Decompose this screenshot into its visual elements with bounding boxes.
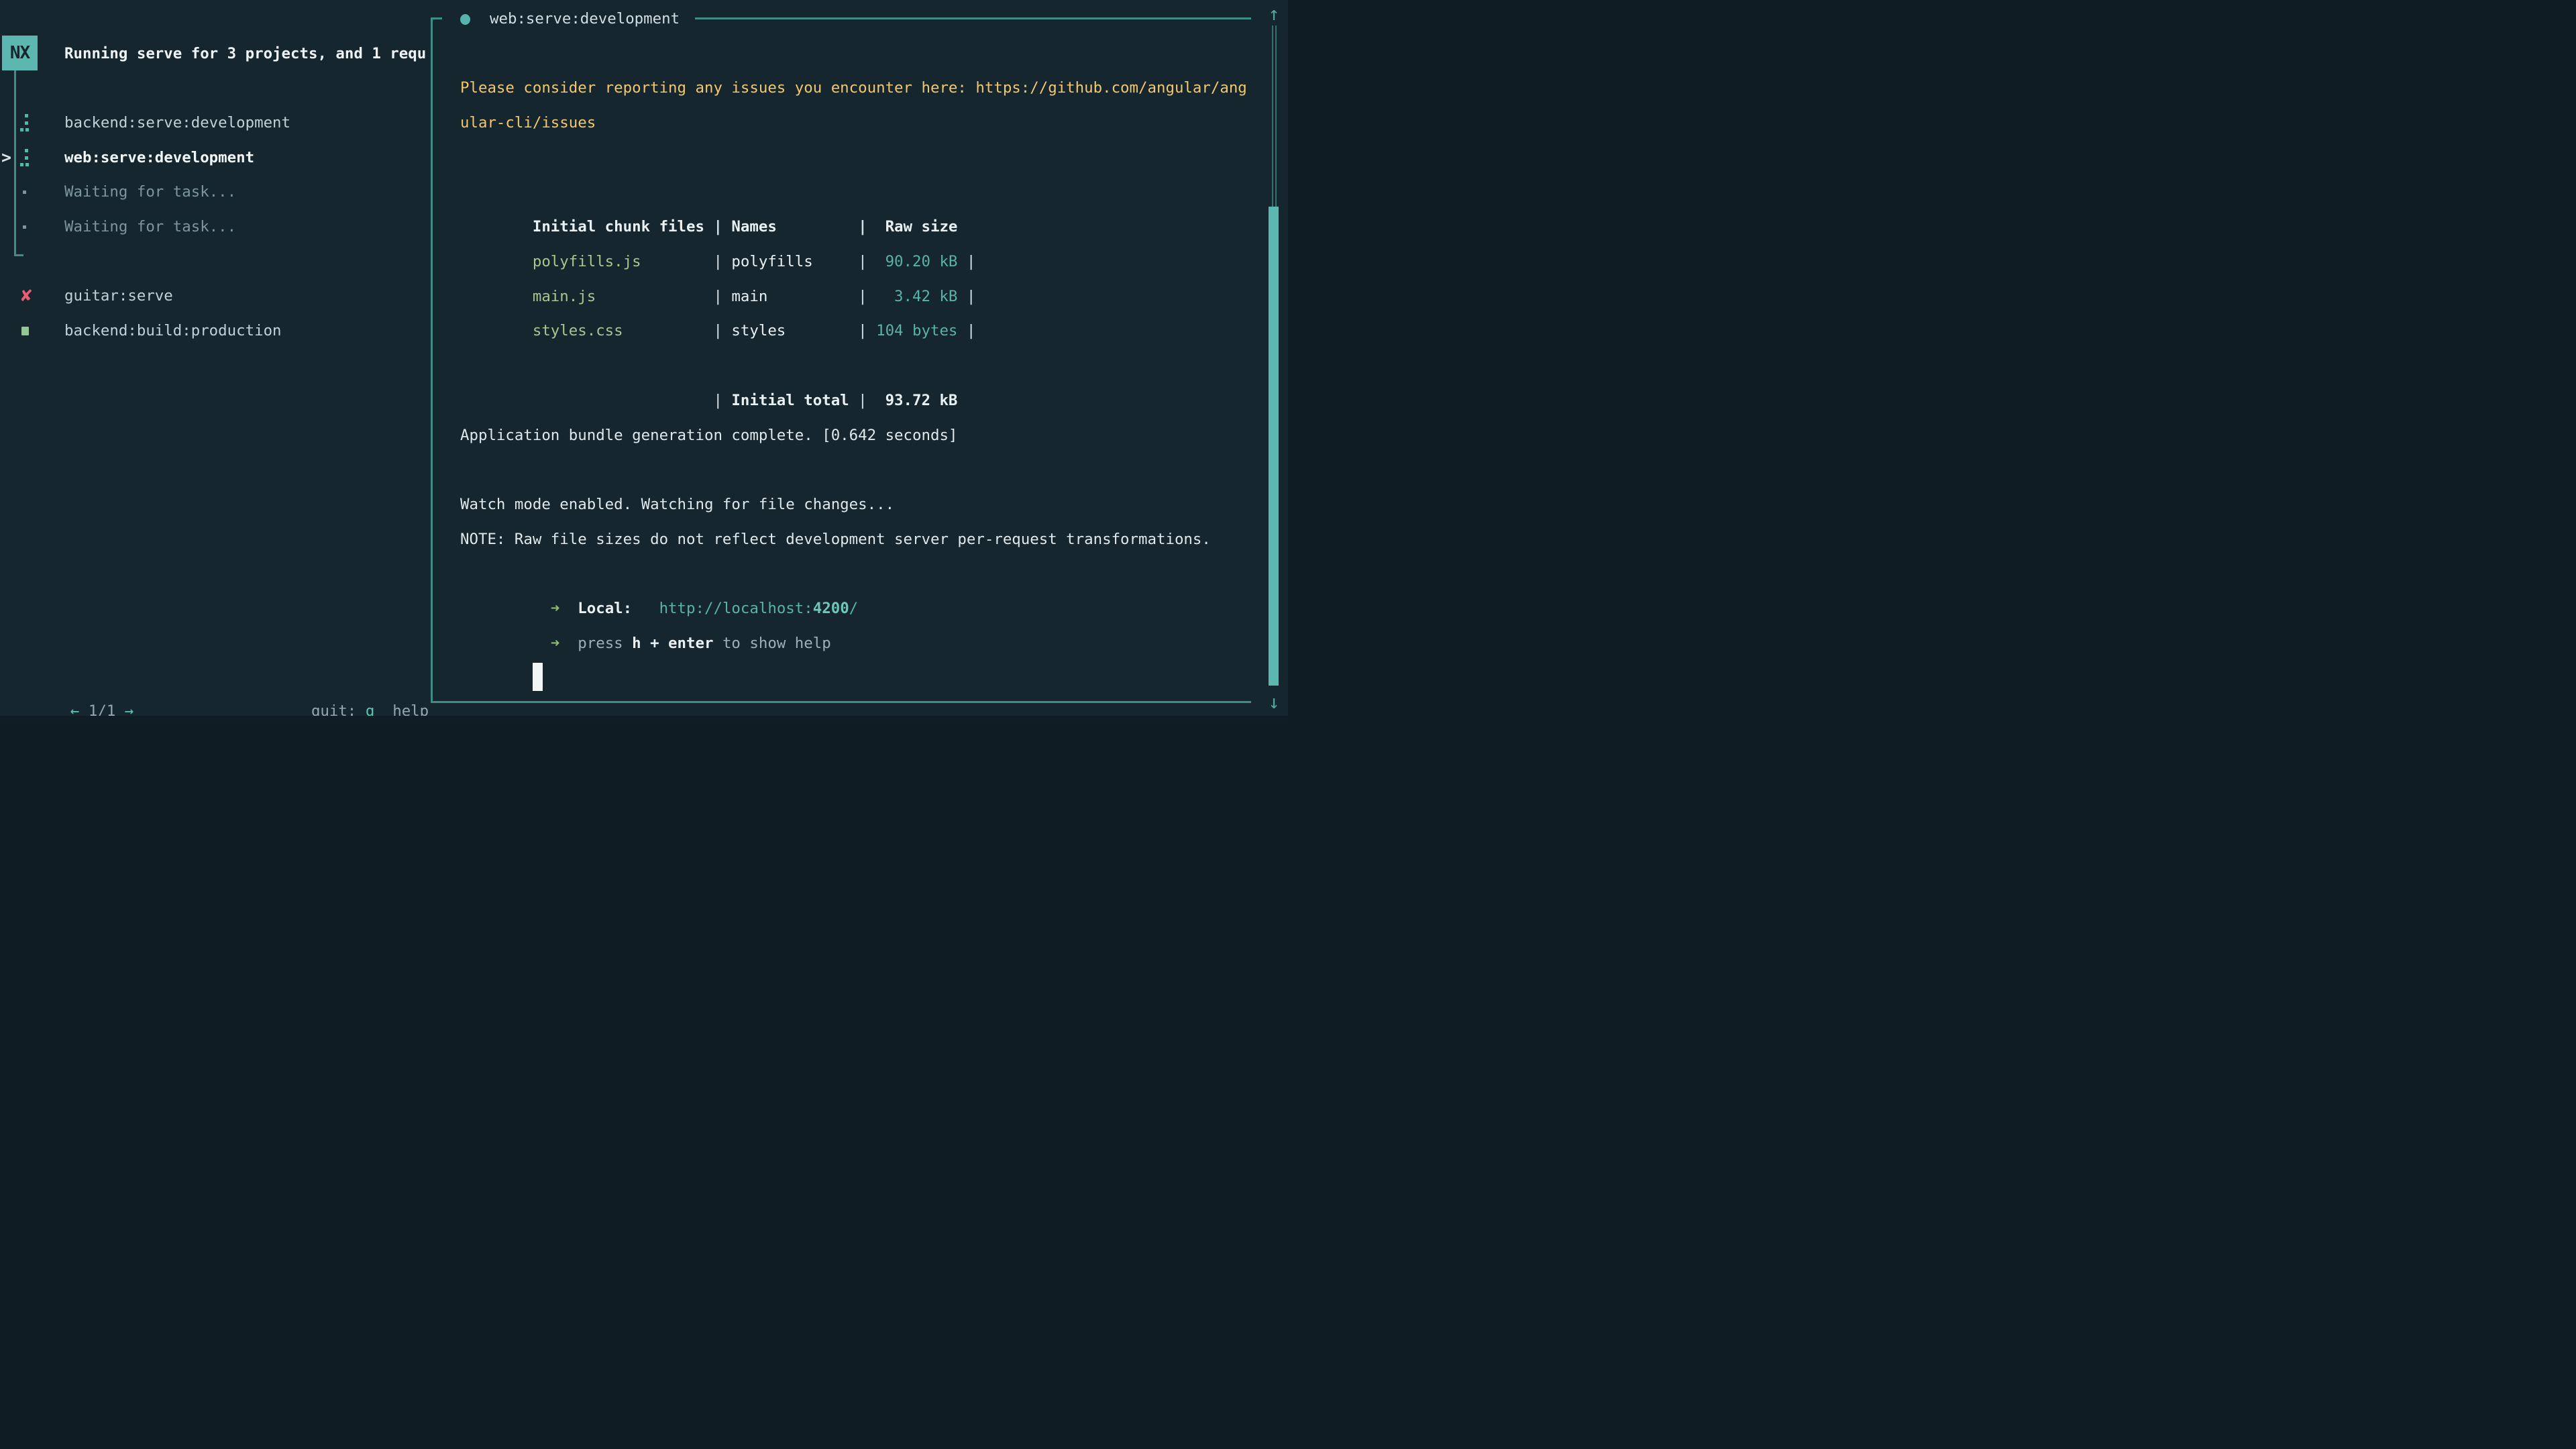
- chunk-size: 90.20 kB: [876, 245, 957, 280]
- notice-line-1: Please consider reporting any issues you…: [460, 71, 1251, 106]
- chunk-file: styles.css: [533, 314, 714, 349]
- sidebar-header: Running serve for 3 projects, and 1 requ: [64, 36, 431, 71]
- column-separator: |: [858, 322, 876, 339]
- chunk-name: polyfills: [731, 245, 858, 280]
- window-bottom-edge: [0, 716, 1288, 724]
- spinner-icon: [20, 149, 30, 167]
- sidebar-item-backend-serve[interactable]: backend:serve:development: [0, 105, 431, 140]
- header-raw-size: Raw size: [876, 210, 957, 245]
- bundle-complete-line: Application bundle generation complete. …: [460, 419, 1251, 453]
- row-end-separator: |: [957, 253, 975, 270]
- chunk-file: main.js: [533, 280, 714, 315]
- sidebar-item-web-serve[interactable]: > web:serve:development: [0, 140, 431, 175]
- chunk-size: 3.42 kB: [876, 280, 957, 315]
- scrollbar-thumb[interactable]: [1269, 207, 1279, 686]
- total-label: Initial total: [731, 384, 858, 419]
- column-separator: |: [713, 322, 731, 339]
- scroll-down-arrow-icon[interactable]: ↓: [1264, 692, 1284, 712]
- task-label: web:serve:development: [64, 140, 254, 175]
- header-files: Initial chunk files: [533, 210, 714, 245]
- help-keys: h + enter: [632, 635, 713, 652]
- local-url[interactable]: http://localhost:: [632, 600, 813, 617]
- failed-x-icon: ✘: [19, 278, 33, 313]
- task-label: backend:serve:development: [64, 105, 290, 140]
- task-label: guitar:serve: [64, 278, 173, 313]
- task-label: Waiting for task...: [64, 174, 236, 209]
- selected-caret-icon: >: [1, 140, 11, 175]
- local-label: Local:: [559, 600, 632, 617]
- column-separator: |: [713, 218, 731, 235]
- column-separator: |: [858, 218, 876, 235]
- blank-line: [460, 141, 1251, 176]
- pager-control[interactable]: ← 1/1 →: [16, 659, 133, 694]
- sidebar-item-waiting-2: Waiting for task...: [0, 209, 431, 244]
- running-dot-icon: [460, 14, 470, 25]
- waiting-dot-icon: [23, 191, 26, 194]
- column-separator: |: [858, 288, 876, 305]
- keyboard-hints: quit: q help: ?: [257, 659, 431, 694]
- local-url-line: ➜ Local: http://localhost:4200/: [460, 557, 1251, 592]
- column-separator: |: [858, 253, 876, 270]
- column-separator: |: [858, 392, 876, 409]
- terminal-output: Please consider reporting any issues you…: [460, 71, 1251, 661]
- help-pre-text: press: [559, 635, 632, 652]
- chunk-size: 104 bytes: [876, 314, 957, 349]
- chunk-name: main: [731, 280, 858, 315]
- watch-mode-line: Watch mode enabled. Watching for file ch…: [460, 488, 1251, 523]
- notice-line-2: ular-cli/issues: [460, 106, 1251, 141]
- row-end-separator: |: [957, 322, 975, 339]
- table-total-row: | Initial total| 93.72 kB: [460, 349, 1251, 384]
- nx-logo: NX: [2, 36, 38, 70]
- sidebar-item-guitar-serve[interactable]: ✘ guitar:serve: [0, 278, 431, 313]
- task-output-panel: web:serve:development Please consider re…: [431, 17, 1251, 703]
- chunk-table-header: Initial chunk files| Names| Raw size: [460, 175, 1251, 210]
- sidebar-item-waiting-1: Waiting for task...: [0, 174, 431, 209]
- panel-title: web:serve:development: [490, 7, 680, 30]
- local-port[interactable]: 4200: [813, 600, 849, 617]
- column-separator: |: [713, 392, 731, 409]
- panel-border-stub: [433, 17, 442, 19]
- column-separator: |: [713, 288, 731, 305]
- panel-border-fill: [695, 17, 1251, 19]
- column-separator: |: [713, 253, 731, 270]
- spinner-icon: [20, 114, 30, 132]
- scroll-up-arrow-icon[interactable]: ↑: [1264, 4, 1284, 24]
- blank-line: [460, 453, 1251, 488]
- arrow-right-icon: ➜: [533, 600, 559, 617]
- success-square-icon: [21, 327, 29, 335]
- sidebar-item-backend-build[interactable]: backend:build:production: [0, 313, 431, 348]
- task-label: backend:build:production: [64, 313, 282, 348]
- task-label: Waiting for task...: [64, 209, 236, 244]
- total-size: 93.72 kB: [876, 384, 957, 419]
- task-sidebar: NX Running serve for 3 projects, and 1 r…: [0, 0, 431, 724]
- note-line: NOTE: Raw file sizes do not reflect deve…: [460, 523, 1251, 557]
- header-names: Names: [731, 210, 858, 245]
- chunk-name: styles: [731, 314, 858, 349]
- terminal-screen: NX Running serve for 3 projects, and 1 r…: [0, 0, 1288, 724]
- chunk-file: polyfills.js: [533, 245, 714, 280]
- local-url-slash[interactable]: /: [849, 600, 858, 617]
- arrow-right-icon: ➜: [533, 635, 559, 652]
- waiting-dot-icon: [23, 225, 26, 229]
- help-post-text: to show help: [713, 635, 830, 652]
- row-end-separator: |: [957, 288, 975, 305]
- terminal-cursor: [533, 663, 543, 691]
